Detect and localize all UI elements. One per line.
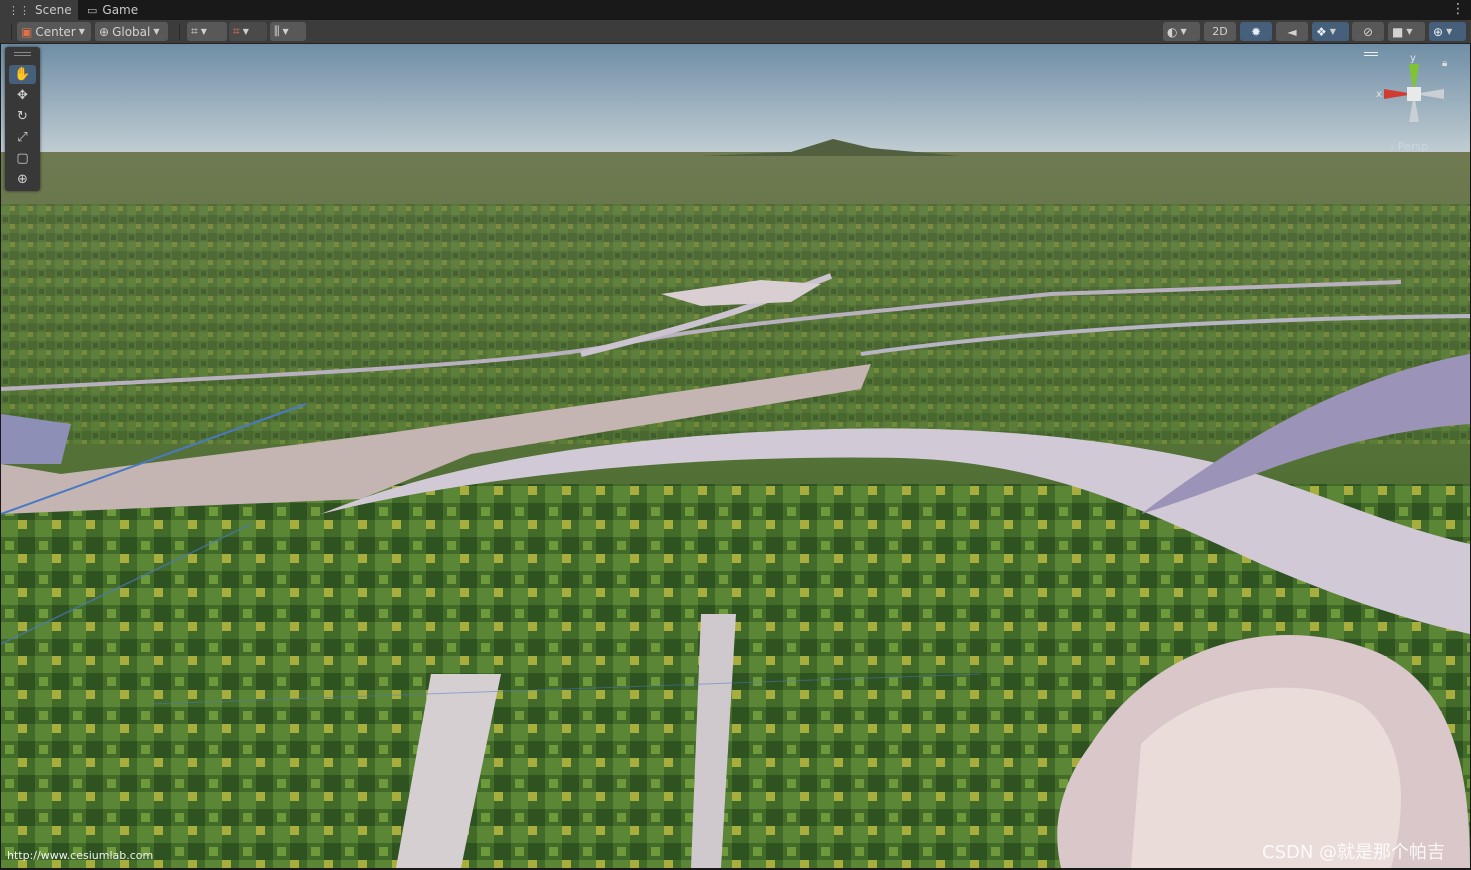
more-options-icon[interactable]: ⋮ (1451, 1, 1465, 17)
tool-transform[interactable]: ⊕ (9, 170, 36, 189)
globe-icon: ⊕ (99, 24, 110, 39)
tools-palette: ✋ ✥ ↻ ⤢ ▢ ⊕ (5, 47, 40, 191)
hand-icon: ✋ (14, 67, 31, 82)
scene-viewport[interactable] (1, 44, 1470, 868)
chevron-down-icon: ▼ (1329, 27, 1336, 36)
gizmo-sphere-icon: ⊕ (1433, 24, 1444, 39)
effects-layers-icon: ❖ (1316, 24, 1327, 39)
watermark-text: CSDN @就是那个帕吉 (1262, 842, 1446, 863)
tool-rotate[interactable]: ↻ (9, 107, 36, 126)
projection-toggle[interactable]: ‹ Persp (1390, 140, 1428, 153)
light-bulb-icon: ✹ (1250, 24, 1262, 39)
chevron-down-icon: ▼ (282, 27, 289, 36)
eye-hidden-icon: ⊘ (1362, 24, 1374, 39)
palette-grip[interactable] (14, 52, 31, 53)
grid-snap-icon: ⌗ (191, 24, 198, 38)
scene-toolbar: ▣ Center ▼ ⊕ Global ▼ ⌗ ▼ ⌗ ▼ ⫼ ▼ ◐ ▼ 2D… (0, 20, 1471, 44)
toggle-2d-button[interactable]: 2D (1204, 22, 1236, 41)
toolbar-separator (179, 24, 180, 40)
tool-hand[interactable]: ✋ (9, 65, 36, 84)
rotate-icon: ↻ (17, 109, 28, 124)
chevron-down-icon: ▼ (1180, 27, 1187, 36)
chevron-down-icon: ▼ (1446, 27, 1453, 36)
scene-visibility-button[interactable]: ⊘ (1352, 22, 1384, 41)
camera-dropdown[interactable]: ■ ▼ (1388, 22, 1425, 41)
source-url-text: http://www.cesiumlab.com (7, 849, 154, 862)
chevron-down-icon: ▼ (242, 27, 249, 36)
tool-rect[interactable]: ▢ (9, 149, 36, 168)
ruler-dropdown[interactable]: ⫼ ▼ (270, 22, 306, 41)
effects-dropdown[interactable]: ❖ ▼ (1312, 22, 1349, 41)
grid-snap-dropdown[interactable]: ⌗ ▼ (187, 22, 227, 41)
ruler-icon: ⫼ (274, 24, 280, 38)
chevron-down-icon: ▼ (153, 27, 160, 36)
speaker-mute-icon: ◄ (1287, 24, 1297, 39)
gamepad-icon: ▭ (87, 3, 98, 17)
gizmo-y-label: y (1410, 53, 1416, 64)
snap-increment-dropdown[interactable]: ⌗ ▼ (229, 22, 267, 41)
grid-icon: ⋮⋮ (8, 3, 30, 17)
tab-scene[interactable]: ⋮⋮ Scene (0, 0, 78, 20)
toggle-2d-label: 2D (1212, 25, 1228, 38)
shading-sphere-icon: ◐ (1167, 24, 1178, 39)
space-mode-dropdown[interactable]: ⊕ Global ▼ (95, 22, 168, 41)
orientation-gizmo[interactable] (1370, 52, 1458, 142)
window-tab-bar: ⋮⋮ Scene ▭ Game ⋮ (0, 0, 1471, 20)
move-arrows-icon: ✥ (17, 88, 28, 103)
terrain-render (1, 44, 1470, 868)
chevron-down-icon: ▼ (1406, 27, 1413, 36)
tool-scale[interactable]: ⤢ (9, 128, 36, 147)
tab-game-label: Game (102, 3, 139, 17)
rect-transform-icon: ▢ (16, 151, 29, 166)
gizmo-x-label: x (1376, 89, 1382, 100)
transform-icon: ⊕ (17, 172, 28, 187)
gizmos-dropdown[interactable]: ⊕ ▼ (1429, 22, 1466, 41)
scale-icon: ⤢ (17, 130, 28, 145)
shading-mode-dropdown[interactable]: ◐ ▼ (1163, 22, 1200, 41)
pivot-mode-label: Center (35, 24, 76, 39)
lighting-toggle-button[interactable]: ✹ (1240, 22, 1272, 41)
pivot-icon: ▣ (21, 24, 33, 39)
tool-move[interactable]: ✥ (9, 86, 36, 105)
audio-toggle-button[interactable]: ◄ (1276, 22, 1308, 41)
space-mode-label: Global (112, 24, 151, 39)
tab-game[interactable]: ▭ Game (79, 0, 149, 20)
tab-scene-label: Scene (35, 3, 72, 17)
snap-increment-icon: ⌗ (233, 24, 240, 38)
camera-icon: ■ (1392, 24, 1404, 39)
pivot-mode-dropdown[interactable]: ▣ Center ▼ (17, 22, 91, 41)
toolbar-grip (11, 24, 12, 40)
chevron-down-icon: ▼ (200, 27, 207, 36)
chevron-down-icon: ▼ (78, 27, 85, 36)
